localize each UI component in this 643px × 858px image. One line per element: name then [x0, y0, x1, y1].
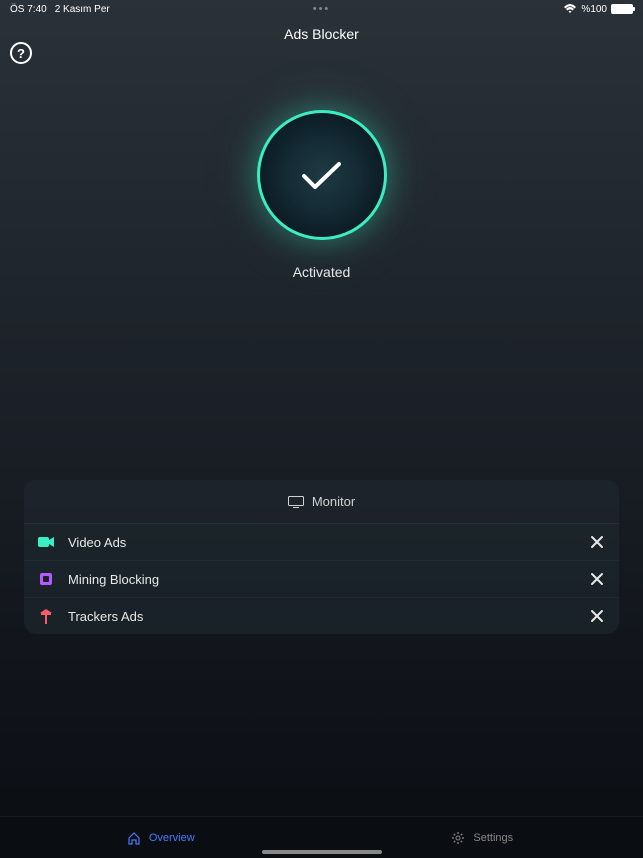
wifi-icon [563, 4, 577, 14]
checkmark-icon [299, 158, 344, 193]
video-icon [38, 534, 54, 550]
trackers-icon [38, 608, 54, 624]
monitor-row-trackers-ads[interactable]: Trackers Ads [24, 598, 619, 634]
monitor-header: Monitor [24, 480, 619, 524]
gear-icon [451, 831, 465, 845]
monitor-row-label: Trackers Ads [68, 609, 589, 624]
monitor-title: Monitor [312, 494, 355, 509]
status-bar: ÖS 7:40 2 Kasım Per ••• %100 [0, 0, 643, 18]
monitor-row-label: Mining Blocking [68, 572, 589, 587]
monitor-panel: Monitor Video Ads Mining Blocking Tracke… [24, 480, 619, 634]
close-icon [590, 535, 604, 549]
battery-percent: %100 [581, 4, 607, 15]
help-button[interactable]: ? [10, 42, 32, 64]
monitor-row-video-ads[interactable]: Video Ads [24, 524, 619, 561]
battery-icon [611, 4, 633, 14]
help-icon: ? [17, 46, 25, 61]
tab-overview-label: Overview [149, 832, 195, 844]
activation-toggle[interactable] [257, 110, 387, 240]
page-title: Ads Blocker [0, 18, 643, 50]
tab-settings-label: Settings [473, 832, 513, 844]
status-time: ÖS 7:40 [10, 4, 47, 15]
multitasking-dots: ••• [313, 3, 331, 15]
monitor-icon [288, 496, 304, 508]
close-button[interactable] [589, 608, 605, 624]
close-button[interactable] [589, 534, 605, 550]
activation-status: Activated [293, 264, 351, 280]
monitor-row-mining-blocking[interactable]: Mining Blocking [24, 561, 619, 598]
status-date: 2 Kasım Per [55, 4, 110, 15]
home-indicator[interactable] [262, 850, 382, 854]
close-button[interactable] [589, 571, 605, 587]
home-icon [127, 831, 141, 845]
mining-icon [38, 571, 54, 587]
monitor-row-label: Video Ads [68, 535, 589, 550]
close-icon [590, 609, 604, 623]
close-icon [590, 572, 604, 586]
